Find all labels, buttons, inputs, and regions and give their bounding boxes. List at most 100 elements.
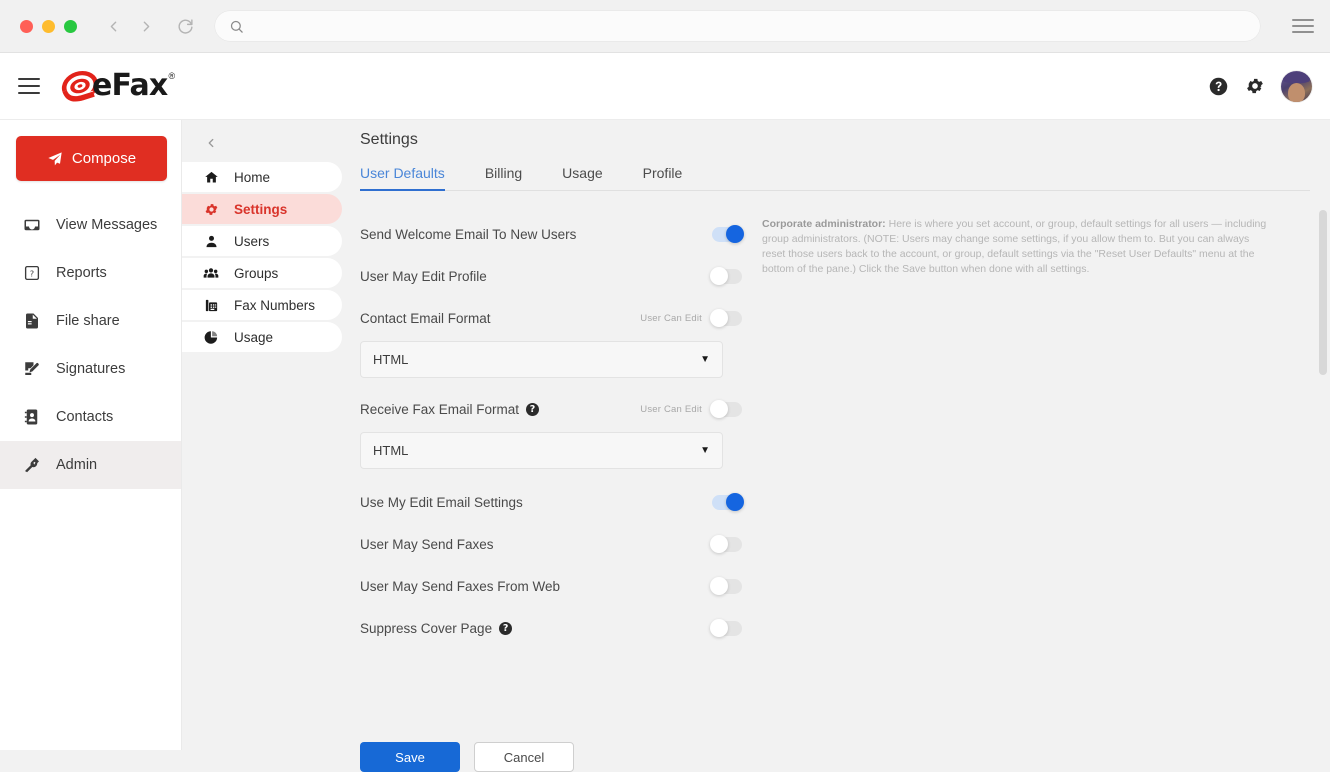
address-bar[interactable] [215, 11, 1260, 41]
header-actions [1208, 71, 1312, 102]
pie-chart-icon [202, 330, 220, 345]
compose-button-label: Compose [72, 150, 136, 167]
setting-label: Receive Fax Email Format [360, 402, 519, 417]
subnav-item-settings[interactable]: Settings [182, 194, 342, 224]
tab-user-defaults[interactable]: User Defaults [360, 165, 463, 190]
subnav-item-usage[interactable]: Usage [182, 322, 342, 352]
user-can-edit-label: User Can Edit [640, 404, 702, 415]
sidebar-item-label: Signatures [56, 361, 125, 377]
subnav-item-home[interactable]: Home [182, 162, 342, 192]
toggle-user-may-send-faxes[interactable] [712, 537, 742, 552]
sidebar-item-contacts[interactable]: Contacts [0, 393, 181, 441]
toggle-user-may-send-faxes-from-web[interactable] [712, 579, 742, 594]
sidebar-item-signatures[interactable]: Signatures [0, 345, 181, 393]
secondary-nav-panel: Home Settings Users Groups Fax Numbers [182, 120, 342, 750]
tab-billing[interactable]: Billing [485, 165, 540, 190]
toggle-use-my-edit-email-settings[interactable] [712, 495, 742, 510]
registered-mark: ® [168, 71, 175, 81]
efax-logo[interactable]: eFax ® [60, 69, 175, 103]
main-content: Settings User Defaults Billing Usage Pro… [342, 120, 1330, 750]
app-menu-toggle-icon[interactable] [18, 73, 44, 99]
sidebar-item-admin[interactable]: Admin [0, 441, 181, 489]
setting-label: Suppress Cover Page [360, 621, 492, 636]
setting-row-use-my-edit-email-settings: Use My Edit Email Settings [360, 481, 742, 523]
page-scrollbar-thumb[interactable] [1319, 210, 1327, 375]
inbox-icon [22, 216, 42, 234]
subnav-item-label: Groups [234, 266, 278, 281]
user-defaults-form: Send Welcome Email To New Users User May… [342, 191, 742, 649]
subnav-item-groups[interactable]: Groups [182, 258, 342, 288]
browser-menu-icon[interactable] [1276, 0, 1330, 53]
help-circle-icon[interactable] [1208, 76, 1229, 97]
search-icon [229, 19, 244, 34]
fax-machine-icon [202, 298, 220, 313]
setting-label: User May Edit Profile [360, 269, 487, 284]
secondary-nav-list: Home Settings Users Groups Fax Numbers [182, 162, 342, 352]
toggle-receive-fax-email-format-user-can-edit[interactable] [712, 402, 742, 417]
help-circle-icon[interactable]: ? [526, 403, 539, 416]
sidebar-item-label: Reports [56, 265, 107, 281]
help-panel-text: Corporate administrator: Here is where y… [762, 217, 1267, 277]
forward-icon[interactable] [132, 12, 160, 40]
toggle-suppress-cover-page[interactable] [712, 621, 742, 636]
setting-label: Send Welcome Email To New Users [360, 227, 576, 242]
file-share-icon [22, 312, 42, 330]
subnav-item-fax-numbers[interactable]: Fax Numbers [182, 290, 342, 320]
report-question-icon: ? [22, 264, 42, 282]
toggle-user-may-edit-profile[interactable] [712, 269, 742, 284]
tab-usage[interactable]: Usage [562, 165, 620, 190]
toggle-contact-email-format-user-can-edit[interactable] [712, 311, 742, 326]
help-circle-icon[interactable]: ? [499, 622, 512, 635]
sidebar-item-label: Admin [56, 457, 97, 473]
help-panel: Corporate administrator: Here is where y… [742, 191, 1287, 649]
setting-row-user-may-send-faxes: User May Send Faxes [360, 523, 742, 565]
tools-icon [22, 456, 42, 474]
setting-label: User May Send Faxes From Web [360, 579, 560, 594]
setting-row-user-may-edit-profile: User May Edit Profile [360, 255, 742, 297]
signature-pen-icon [22, 360, 42, 378]
primary-sidebar: Compose View Messages ? Reports File sha… [0, 120, 182, 750]
setting-label: User May Send Faxes [360, 537, 494, 552]
select-receive-fax-email-format[interactable]: HTML ▼ [360, 432, 723, 469]
chevron-down-icon: ▼ [700, 354, 710, 365]
tab-profile[interactable]: Profile [643, 165, 701, 190]
url-input[interactable] [252, 19, 1246, 34]
setting-row-contact-email-format: Contact Email Format User Can Edit [360, 297, 742, 339]
setting-label: Contact Email Format [360, 311, 491, 326]
maximize-window-button[interactable] [64, 20, 77, 33]
sidebar-item-label: Contacts [56, 409, 113, 425]
toggle-send-welcome-email[interactable] [712, 227, 742, 242]
setting-row-user-may-send-faxes-from-web: User May Send Faxes From Web [360, 565, 742, 607]
sidebar-item-reports[interactable]: ? Reports [0, 249, 181, 297]
user-can-edit-label: User Can Edit [640, 313, 702, 324]
sidebar-nav-list: View Messages ? Reports File share Signa… [0, 201, 181, 489]
window-traffic-lights [20, 20, 77, 33]
user-avatar[interactable] [1281, 71, 1312, 102]
app-header: eFax ® [0, 53, 1330, 120]
close-window-button[interactable] [20, 20, 33, 33]
select-value: HTML [373, 443, 408, 458]
subnav-item-users[interactable]: Users [182, 226, 342, 256]
contacts-book-icon [22, 408, 42, 426]
compose-button[interactable]: Compose [16, 136, 167, 181]
help-panel-title: Corporate administrator: [762, 218, 886, 230]
minimize-window-button[interactable] [42, 20, 55, 33]
form-action-buttons: Save Cancel [360, 742, 574, 772]
sidebar-item-file-share[interactable]: File share [0, 297, 181, 345]
page-title: Settings [360, 131, 1330, 149]
save-button[interactable]: Save [360, 742, 460, 772]
reload-icon[interactable] [171, 12, 199, 40]
browser-chrome [0, 0, 1330, 53]
subnav-item-label: Home [234, 170, 270, 185]
collapse-panel-icon[interactable] [196, 128, 226, 158]
gear-icon[interactable] [1245, 76, 1265, 96]
subnav-item-label: Settings [234, 202, 287, 217]
back-icon[interactable] [99, 12, 127, 40]
efax-wordmark: eFax [92, 69, 167, 103]
svg-text:?: ? [30, 268, 34, 278]
cancel-button[interactable]: Cancel [474, 742, 574, 772]
sidebar-item-view-messages[interactable]: View Messages [0, 201, 181, 249]
subnav-item-label: Users [234, 234, 269, 249]
subnav-item-label: Usage [234, 330, 273, 345]
select-contact-email-format[interactable]: HTML ▼ [360, 341, 723, 378]
